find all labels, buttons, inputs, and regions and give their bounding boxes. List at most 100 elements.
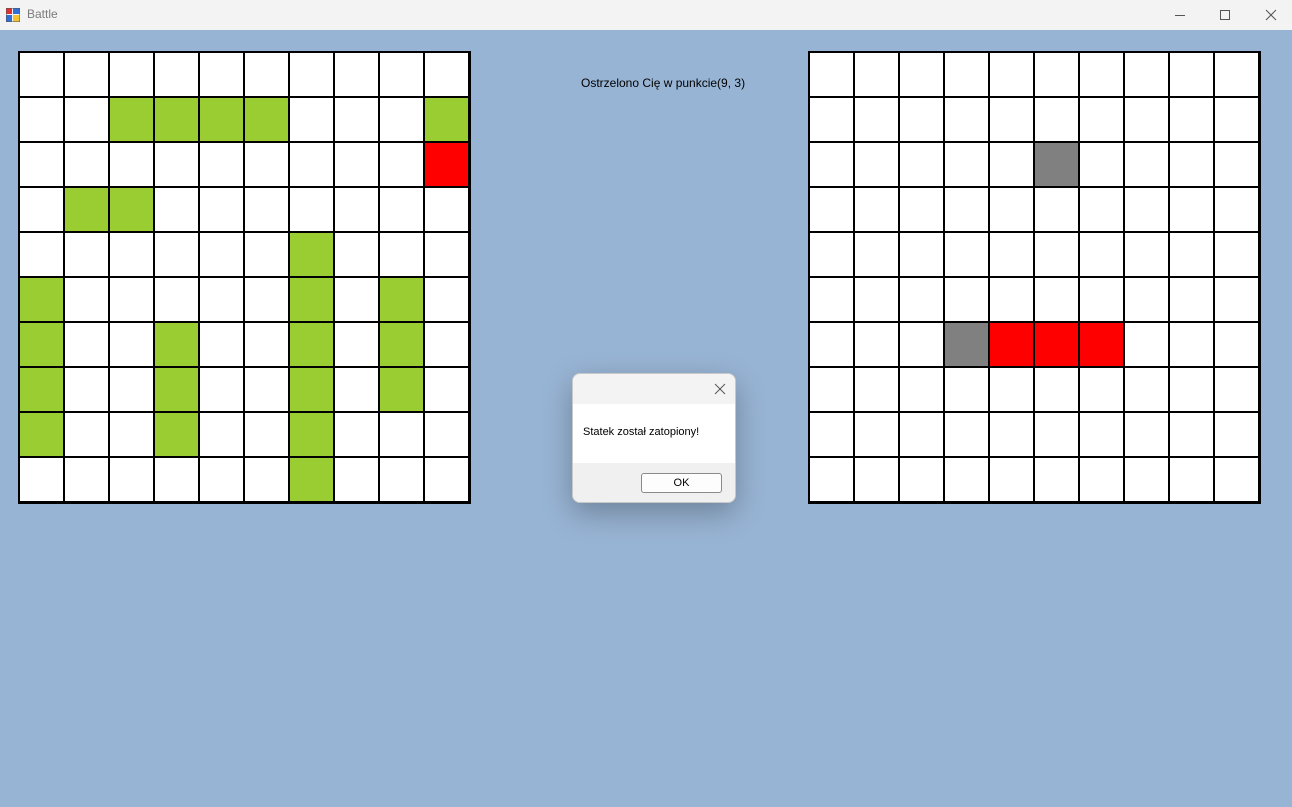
enemy-cell-9-6[interactable] — [1080, 458, 1123, 501]
enemy-cell-0-4[interactable] — [990, 53, 1033, 96]
enemy-cell-6-6[interactable] — [1080, 323, 1123, 366]
enemy-cell-0-2[interactable] — [900, 53, 943, 96]
enemy-cell-5-9[interactable] — [1215, 278, 1258, 321]
enemy-cell-4-7[interactable] — [1125, 233, 1168, 276]
enemy-cell-4-4[interactable] — [990, 233, 1033, 276]
enemy-cell-2-6[interactable] — [1080, 143, 1123, 186]
enemy-cell-1-4[interactable] — [990, 98, 1033, 141]
enemy-cell-7-0[interactable] — [810, 368, 853, 411]
enemy-cell-1-3[interactable] — [945, 98, 988, 141]
enemy-cell-9-3[interactable] — [945, 458, 988, 501]
enemy-cell-0-0[interactable] — [810, 53, 853, 96]
enemy-cell-0-5[interactable] — [1035, 53, 1078, 96]
enemy-cell-6-8[interactable] — [1170, 323, 1213, 366]
enemy-cell-9-8[interactable] — [1170, 458, 1213, 501]
enemy-cell-9-2[interactable] — [900, 458, 943, 501]
enemy-cell-8-9[interactable] — [1215, 413, 1258, 456]
enemy-cell-5-4[interactable] — [990, 278, 1033, 321]
enemy-cell-2-4[interactable] — [990, 143, 1033, 186]
enemy-cell-4-5[interactable] — [1035, 233, 1078, 276]
enemy-cell-7-4[interactable] — [990, 368, 1033, 411]
enemy-cell-2-3[interactable] — [945, 143, 988, 186]
enemy-cell-1-6[interactable] — [1080, 98, 1123, 141]
enemy-cell-5-7[interactable] — [1125, 278, 1168, 321]
enemy-cell-2-2[interactable] — [900, 143, 943, 186]
enemy-cell-0-3[interactable] — [945, 53, 988, 96]
enemy-cell-3-5[interactable] — [1035, 188, 1078, 231]
enemy-cell-5-8[interactable] — [1170, 278, 1213, 321]
enemy-cell-8-4[interactable] — [990, 413, 1033, 456]
enemy-cell-4-2[interactable] — [900, 233, 943, 276]
enemy-cell-3-4[interactable] — [990, 188, 1033, 231]
enemy-cell-4-1[interactable] — [855, 233, 898, 276]
enemy-cell-8-7[interactable] — [1125, 413, 1168, 456]
enemy-cell-3-2[interactable] — [900, 188, 943, 231]
enemy-cell-3-8[interactable] — [1170, 188, 1213, 231]
enemy-cell-4-9[interactable] — [1215, 233, 1258, 276]
enemy-cell-2-7[interactable] — [1125, 143, 1168, 186]
enemy-cell-3-7[interactable] — [1125, 188, 1168, 231]
enemy-cell-0-8[interactable] — [1170, 53, 1213, 96]
enemy-cell-1-9[interactable] — [1215, 98, 1258, 141]
enemy-cell-8-6[interactable] — [1080, 413, 1123, 456]
enemy-cell-3-3[interactable] — [945, 188, 988, 231]
enemy-cell-8-8[interactable] — [1170, 413, 1213, 456]
enemy-cell-1-7[interactable] — [1125, 98, 1168, 141]
enemy-cell-7-2[interactable] — [900, 368, 943, 411]
enemy-cell-6-0[interactable] — [810, 323, 853, 366]
enemy-cell-5-5[interactable] — [1035, 278, 1078, 321]
enemy-cell-0-1[interactable] — [855, 53, 898, 96]
enemy-cell-7-1[interactable] — [855, 368, 898, 411]
enemy-cell-9-1[interactable] — [855, 458, 898, 501]
enemy-cell-6-4[interactable] — [990, 323, 1033, 366]
enemy-cell-1-5[interactable] — [1035, 98, 1078, 141]
enemy-cell-4-6[interactable] — [1080, 233, 1123, 276]
maximize-button[interactable] — [1202, 0, 1248, 30]
enemy-cell-0-6[interactable] — [1080, 53, 1123, 96]
enemy-cell-9-5[interactable] — [1035, 458, 1078, 501]
enemy-cell-0-9[interactable] — [1215, 53, 1258, 96]
enemy-cell-5-0[interactable] — [810, 278, 853, 321]
enemy-cell-2-5[interactable] — [1035, 143, 1078, 186]
enemy-cell-9-4[interactable] — [990, 458, 1033, 501]
enemy-cell-5-6[interactable] — [1080, 278, 1123, 321]
enemy-cell-7-9[interactable] — [1215, 368, 1258, 411]
enemy-cell-3-6[interactable] — [1080, 188, 1123, 231]
enemy-cell-6-5[interactable] — [1035, 323, 1078, 366]
enemy-cell-3-1[interactable] — [855, 188, 898, 231]
enemy-cell-5-2[interactable] — [900, 278, 943, 321]
enemy-cell-7-8[interactable] — [1170, 368, 1213, 411]
ok-button[interactable]: OK — [641, 473, 722, 493]
enemy-cell-4-0[interactable] — [810, 233, 853, 276]
enemy-cell-6-7[interactable] — [1125, 323, 1168, 366]
enemy-cell-7-7[interactable] — [1125, 368, 1168, 411]
enemy-cell-2-1[interactable] — [855, 143, 898, 186]
enemy-cell-7-6[interactable] — [1080, 368, 1123, 411]
enemy-cell-8-2[interactable] — [900, 413, 943, 456]
enemy-cell-4-3[interactable] — [945, 233, 988, 276]
enemy-cell-5-3[interactable] — [945, 278, 988, 321]
close-button[interactable] — [1248, 0, 1292, 30]
enemy-cell-2-8[interactable] — [1170, 143, 1213, 186]
enemy-cell-2-0[interactable] — [810, 143, 853, 186]
dialog-close-button[interactable] — [711, 380, 729, 398]
minimize-button[interactable] — [1157, 0, 1203, 30]
enemy-cell-3-0[interactable] — [810, 188, 853, 231]
enemy-cell-7-3[interactable] — [945, 368, 988, 411]
enemy-cell-7-5[interactable] — [1035, 368, 1078, 411]
enemy-cell-6-2[interactable] — [900, 323, 943, 366]
enemy-cell-8-5[interactable] — [1035, 413, 1078, 456]
enemy-cell-1-0[interactable] — [810, 98, 853, 141]
enemy-cell-1-8[interactable] — [1170, 98, 1213, 141]
enemy-cell-9-0[interactable] — [810, 458, 853, 501]
enemy-cell-8-1[interactable] — [855, 413, 898, 456]
enemy-cell-6-1[interactable] — [855, 323, 898, 366]
enemy-cell-3-9[interactable] — [1215, 188, 1258, 231]
enemy-cell-9-9[interactable] — [1215, 458, 1258, 501]
enemy-cell-6-3[interactable] — [945, 323, 988, 366]
enemy-cell-8-3[interactable] — [945, 413, 988, 456]
enemy-cell-6-9[interactable] — [1215, 323, 1258, 366]
enemy-cell-2-9[interactable] — [1215, 143, 1258, 186]
enemy-cell-9-7[interactable] — [1125, 458, 1168, 501]
enemy-cell-0-7[interactable] — [1125, 53, 1168, 96]
